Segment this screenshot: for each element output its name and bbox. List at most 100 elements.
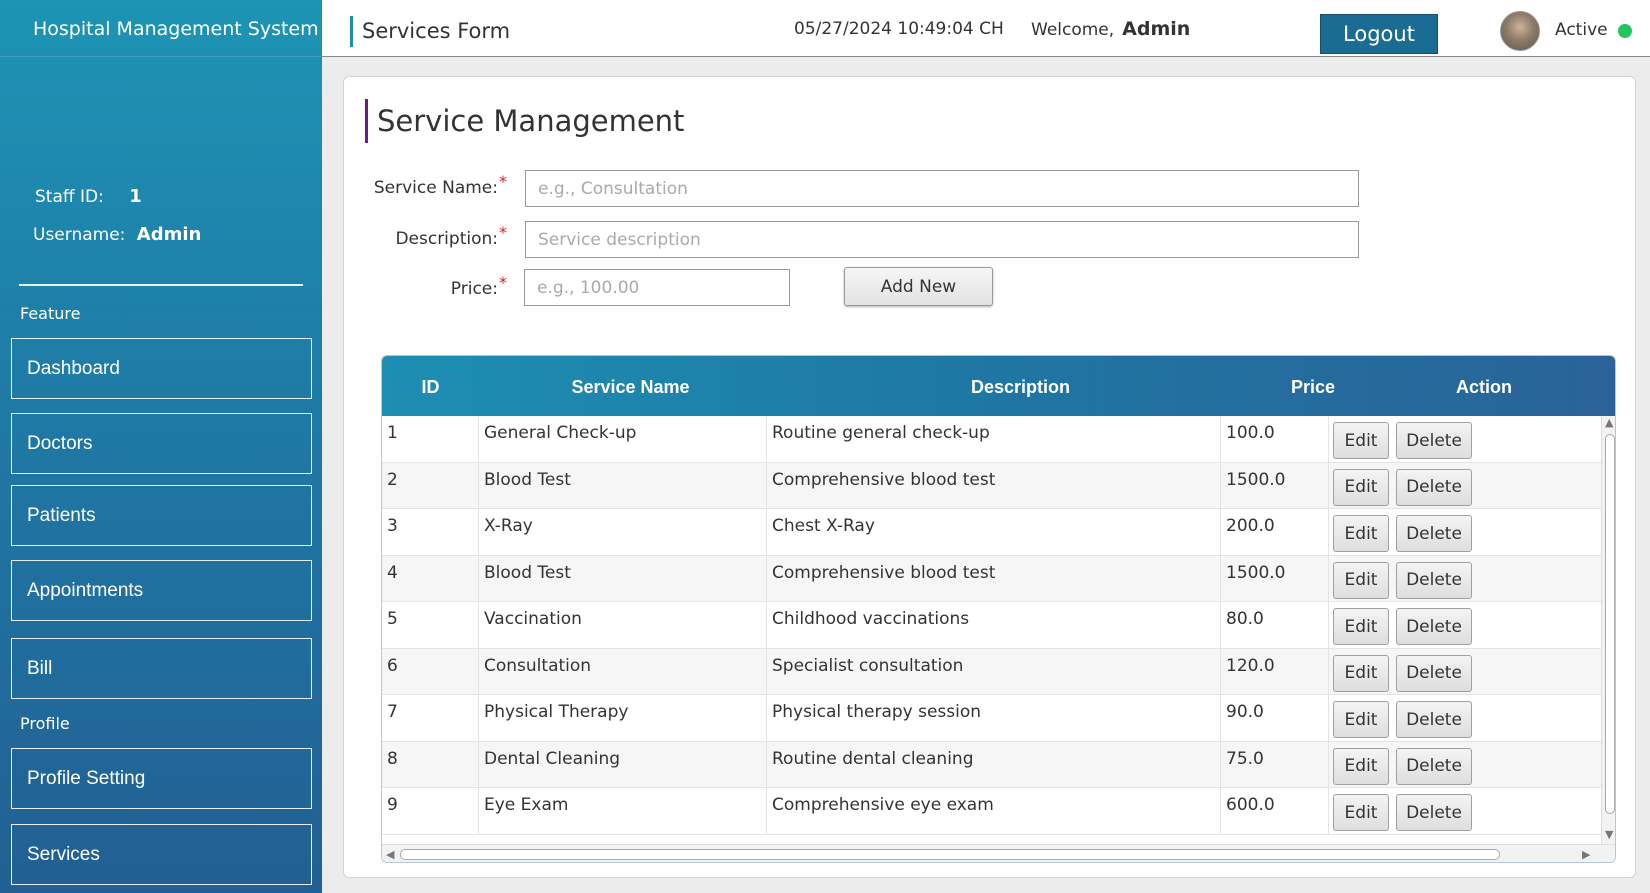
column-header-description[interactable]: Description [782, 356, 1259, 416]
sidebar-item-patients[interactable]: Patients [11, 485, 312, 546]
service-name-label: Service Name:* [364, 172, 507, 198]
horizontal-scroll-thumb[interactable] [400, 849, 1500, 860]
table-row[interactable]: 6 Consultation Specialist consultation 1… [382, 648, 1601, 695]
vertical-scroll-thumb[interactable] [1605, 434, 1615, 814]
welcome-user: Admin [1122, 18, 1191, 40]
table-row[interactable]: 2 Blood Test Comprehensive blood test 15… [382, 462, 1601, 509]
scroll-right-icon[interactable]: ▶ [1582, 848, 1590, 861]
status-dot-icon [1618, 24, 1632, 38]
avatar[interactable] [1500, 11, 1540, 51]
table-row[interactable]: 5 Vaccination Childhood vaccinations 80.… [382, 602, 1601, 649]
service-management-card: Service Management Service Name:* Descri… [343, 76, 1636, 878]
table-row[interactable]: 9 Eye Exam Comprehensive eye exam 600.0 … [382, 788, 1601, 835]
table-row[interactable]: 3 X-Ray Chest X-Ray 200.0 Edit Delete [382, 509, 1601, 556]
cell-action: Edit Delete [1329, 742, 1601, 788]
cell-description: Routine general check-up [767, 416, 1221, 462]
price-label: Price:* [364, 273, 507, 299]
cell-id: 3 [382, 509, 479, 555]
delete-button[interactable]: Delete [1396, 515, 1472, 552]
description-label-text: Description: [395, 229, 498, 249]
cell-action: Edit Delete [1329, 788, 1601, 834]
delete-button[interactable]: Delete [1396, 422, 1472, 459]
cell-description: Chest X-Ray [767, 509, 1221, 555]
cell-service-name: Eye Exam [479, 788, 767, 834]
required-mark: * [499, 273, 507, 292]
edit-button[interactable]: Edit [1333, 422, 1389, 459]
column-header-service-name[interactable]: Service Name [479, 356, 782, 416]
delete-button[interactable]: Delete [1396, 747, 1472, 785]
table-row[interactable]: 4 Blood Test Comprehensive blood test 15… [382, 555, 1601, 602]
price-input[interactable] [524, 269, 790, 306]
required-mark: * [499, 223, 507, 242]
sidebar-item-bill[interactable]: Bill [11, 638, 312, 699]
horizontal-scrollbar[interactable]: ◀ ▶ [382, 844, 1615, 862]
services-table: ID Service Name Description Price Action… [381, 355, 1616, 863]
delete-button[interactable]: Delete [1396, 608, 1472, 645]
cell-description: Comprehensive eye exam [767, 788, 1221, 834]
delete-button[interactable]: Delete [1396, 654, 1472, 692]
cell-service-name: Dental Cleaning [479, 741, 767, 787]
delete-button[interactable]: Delete [1396, 561, 1472, 599]
delete-button[interactable]: Delete [1396, 701, 1472, 738]
edit-button[interactable]: Edit [1333, 654, 1389, 692]
table-row[interactable]: 7 Physical Therapy Physical therapy sess… [382, 695, 1601, 742]
staff-id-value: 1 [129, 186, 142, 207]
scroll-left-icon[interactable]: ◀ [386, 848, 394, 861]
page-title: Service Management [365, 99, 684, 143]
description-input[interactable] [525, 221, 1359, 258]
edit-button[interactable]: Edit [1333, 747, 1389, 785]
cell-price: 120.0 [1221, 648, 1329, 694]
sidebar-item-dashboard[interactable]: Dashboard [11, 338, 312, 399]
cell-description: Comprehensive blood test [767, 462, 1221, 508]
cell-action: Edit Delete [1329, 649, 1601, 695]
cell-id: 2 [382, 462, 479, 508]
logout-button[interactable]: Logout [1320, 14, 1438, 54]
service-name-input[interactable] [525, 170, 1359, 207]
column-header-action[interactable]: Action [1367, 356, 1601, 416]
cell-price: 1500.0 [1221, 555, 1329, 601]
add-new-button[interactable]: Add New [844, 267, 993, 306]
cell-description: Childhood vaccinations [767, 602, 1221, 648]
table-body: 1 General Check-up Routine general check… [382, 416, 1601, 844]
cell-id: 9 [382, 788, 479, 834]
cell-description: Routine dental cleaning [767, 741, 1221, 787]
delete-button[interactable]: Delete [1396, 794, 1472, 831]
vertical-scrollbar[interactable]: ▲ ▼ [1601, 416, 1615, 844]
edit-button[interactable]: Edit [1333, 515, 1389, 552]
table-row[interactable]: 1 General Check-up Routine general check… [382, 416, 1601, 463]
sidebar-item-appointments[interactable]: Appointments [11, 560, 312, 621]
cell-service-name: Vaccination [479, 602, 767, 648]
edit-button[interactable]: Edit [1333, 608, 1389, 645]
sidebar-item-doctors[interactable]: Doctors [11, 413, 312, 474]
cell-price: 80.0 [1221, 602, 1329, 648]
status-label: Active [1555, 20, 1608, 40]
edit-button[interactable]: Edit [1333, 561, 1389, 599]
staff-id-row: Staff ID: 1 [35, 186, 142, 207]
scroll-down-icon[interactable]: ▼ [1605, 828, 1613, 841]
cell-service-name: Blood Test [479, 555, 767, 601]
sidebar-divider [19, 284, 303, 286]
column-header-id[interactable]: ID [382, 356, 479, 416]
feature-section-label: Feature [20, 304, 81, 323]
delete-button[interactable]: Delete [1396, 468, 1472, 506]
table-row[interactable]: 8 Dental Cleaning Routine dental cleanin… [382, 741, 1601, 788]
scroll-up-icon[interactable]: ▲ [1605, 416, 1613, 429]
top-bar: Services Form 05/27/2024 10:49:04 CH Wel… [322, 0, 1650, 57]
required-mark: * [499, 172, 507, 191]
cell-action: Edit Delete [1329, 556, 1601, 602]
cell-id: 5 [382, 602, 479, 648]
cell-price: 90.0 [1221, 695, 1329, 741]
profile-section-label: Profile [20, 714, 70, 733]
sidebar-item-services[interactable]: Services [11, 824, 312, 885]
edit-button[interactable]: Edit [1333, 701, 1389, 738]
description-label: Description:* [364, 223, 507, 249]
column-header-price[interactable]: Price [1259, 356, 1367, 416]
edit-button[interactable]: Edit [1333, 468, 1389, 506]
sidebar-item-profile-setting[interactable]: Profile Setting [11, 748, 312, 809]
cell-id: 8 [382, 741, 479, 787]
cell-description: Physical therapy session [767, 695, 1221, 741]
cell-description: Comprehensive blood test [767, 555, 1221, 601]
cell-action: Edit Delete [1329, 509, 1601, 555]
cell-id: 1 [382, 416, 479, 462]
edit-button[interactable]: Edit [1333, 794, 1389, 831]
